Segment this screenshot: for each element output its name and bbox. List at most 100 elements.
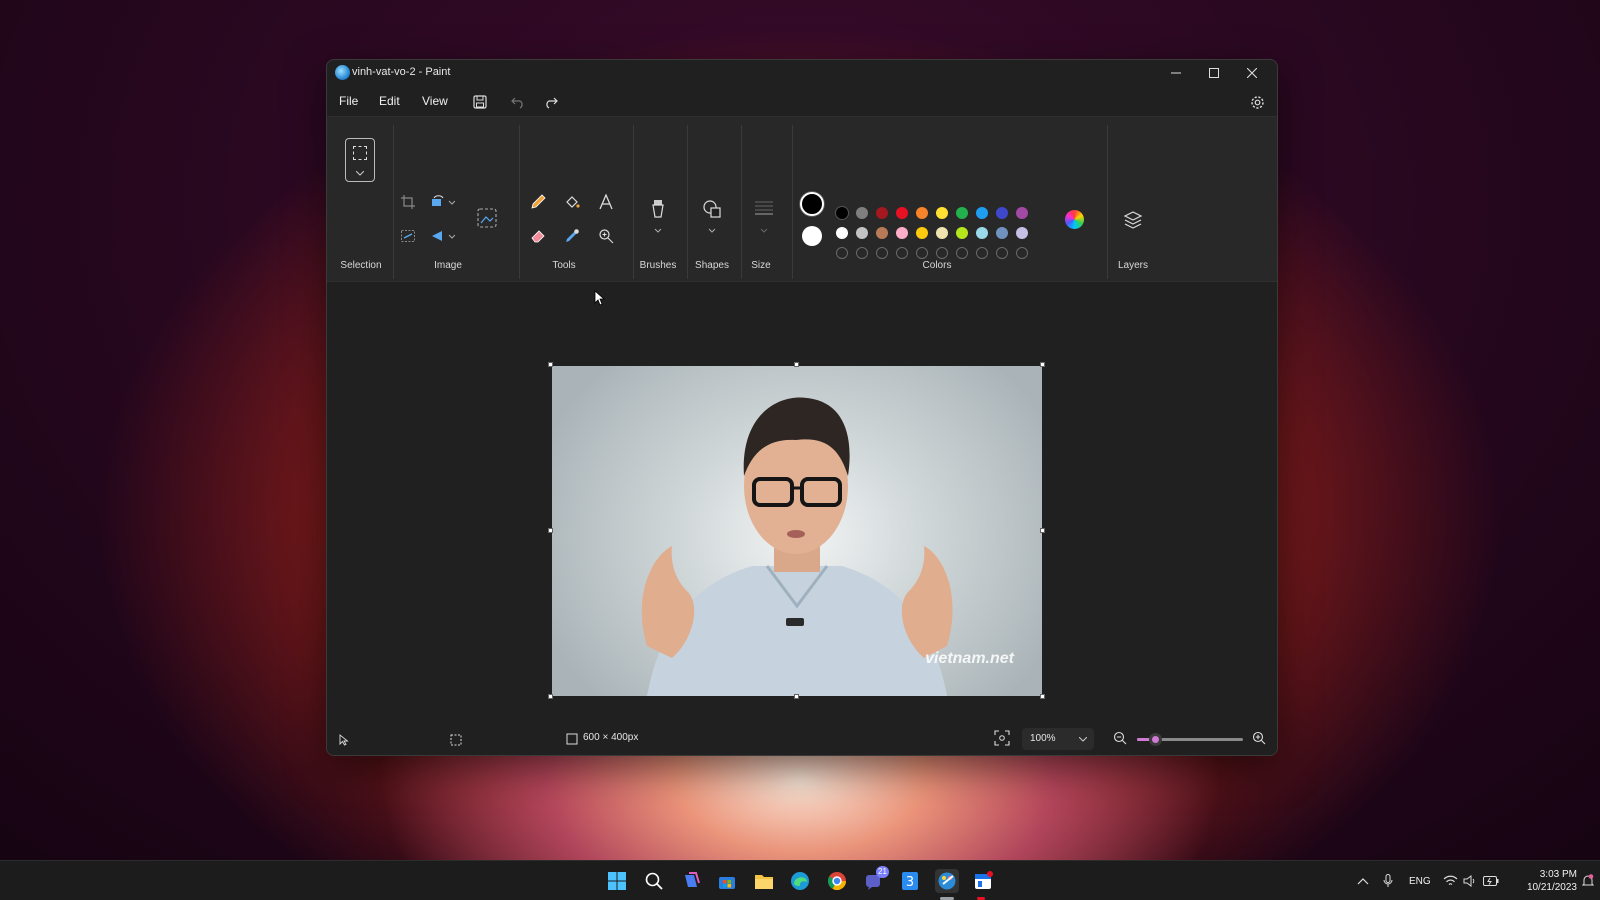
taskbar-edge[interactable] [788, 869, 812, 893]
settings-button[interactable] [1244, 91, 1270, 113]
color-swatch[interactable] [916, 227, 928, 239]
taskbar-search-button[interactable] [642, 869, 666, 893]
color-swatch[interactable] [936, 207, 948, 219]
taskbar-file-explorer[interactable] [752, 869, 776, 893]
resize-button[interactable] [395, 223, 421, 249]
flip-button[interactable] [430, 223, 456, 249]
selection-tool-button[interactable] [345, 138, 375, 182]
brushes-button[interactable] [645, 197, 671, 237]
pencil-button[interactable] [525, 189, 551, 215]
menu-file[interactable]: File [339, 94, 358, 108]
primary-color-swatch[interactable] [800, 192, 824, 216]
color-swatch[interactable] [876, 227, 888, 239]
taskbar-store[interactable] [715, 869, 739, 893]
color-swatch[interactable] [996, 227, 1008, 239]
color-swatch[interactable] [996, 207, 1008, 219]
canvas-resize-handle[interactable] [1040, 528, 1045, 533]
color-swatch[interactable] [836, 227, 848, 239]
color-swatch[interactable] [896, 207, 908, 219]
canvas-resize-handle[interactable] [794, 694, 799, 699]
taskbar-teams[interactable]: 21 [862, 866, 889, 893]
taskbar-zalo[interactable]: 3 [898, 869, 922, 893]
custom-color-slot[interactable] [1016, 247, 1028, 259]
custom-color-slot[interactable] [996, 247, 1008, 259]
canvas-resize-handle[interactable] [548, 362, 553, 367]
custom-color-slot[interactable] [856, 247, 868, 259]
color-swatch[interactable] [976, 227, 988, 239]
notification-bell-icon[interactable] [1582, 874, 1594, 888]
custom-color-slot[interactable] [916, 247, 928, 259]
zoom-level-dropdown[interactable]: 100% [1022, 728, 1094, 750]
input-language[interactable]: ENG [1409, 876, 1431, 887]
taskbar-chrome[interactable] [825, 869, 849, 893]
color-swatch[interactable] [916, 207, 928, 219]
maximize-button[interactable] [1195, 60, 1233, 86]
canvas-area[interactable]: vietnam.net [327, 282, 1277, 722]
edit-colors-icon[interactable] [1065, 210, 1084, 229]
save-button[interactable] [467, 91, 493, 113]
custom-color-slot[interactable] [936, 247, 948, 259]
color-swatch[interactable] [1016, 207, 1028, 219]
layers-button[interactable] [1120, 207, 1146, 233]
battery-icon[interactable] [1483, 876, 1499, 886]
menu-edit[interactable]: Edit [379, 94, 400, 108]
shapes-button[interactable] [699, 197, 725, 237]
zoom-slider-thumb[interactable] [1149, 733, 1163, 746]
close-button[interactable] [1233, 60, 1271, 86]
menu-view[interactable]: View [422, 94, 448, 108]
color-swatch[interactable] [976, 207, 988, 219]
color-swatch[interactable] [856, 207, 868, 219]
taskbar-copilot[interactable] [679, 869, 703, 893]
crop-button[interactable] [395, 189, 421, 215]
custom-color-slot[interactable] [876, 247, 888, 259]
text-button[interactable] [593, 189, 619, 215]
clock-date[interactable]: 10/21/2023 [1512, 882, 1577, 893]
secondary-color-swatch[interactable] [802, 226, 822, 246]
color-swatch[interactable] [956, 207, 968, 219]
undo-button[interactable] [505, 91, 531, 113]
microphone-icon[interactable] [1383, 874, 1393, 888]
mouse-cursor-icon [594, 290, 606, 306]
redo-button[interactable] [538, 91, 564, 113]
color-swatch[interactable] [836, 207, 848, 219]
canvas-resize-handle[interactable] [1040, 694, 1045, 699]
clock-time[interactable]: 3:03 PM [1527, 869, 1577, 880]
custom-color-slot[interactable] [976, 247, 988, 259]
fill-button[interactable] [559, 189, 585, 215]
color-swatch[interactable] [1016, 227, 1028, 239]
wifi-icon[interactable] [1443, 875, 1458, 887]
taskbar-todo[interactable] [971, 869, 995, 893]
color-swatch[interactable] [896, 227, 908, 239]
custom-color-slot[interactable] [956, 247, 968, 259]
magnifier-button[interactable] [593, 223, 619, 249]
chevron-up-icon[interactable] [1357, 877, 1369, 885]
color-swatch[interactable] [936, 227, 948, 239]
zoom-out-button[interactable] [1113, 731, 1129, 747]
start-button[interactable] [605, 869, 629, 893]
custom-color-slot[interactable] [836, 247, 848, 259]
color-swatch[interactable] [856, 227, 868, 239]
minimize-button[interactable] [1157, 60, 1195, 86]
color-swatch[interactable] [876, 207, 888, 219]
canvas-resize-handle[interactable] [1040, 362, 1045, 367]
fit-to-window-button[interactable] [994, 730, 1012, 748]
canvas-resize-handle[interactable] [548, 528, 553, 533]
canvas-image[interactable]: vietnam.net [552, 366, 1042, 696]
photo-person-illustration [641, 397, 953, 696]
rotate-button[interactable] [430, 189, 456, 215]
size-button[interactable] [751, 197, 777, 237]
custom-color-slot[interactable] [896, 247, 908, 259]
canvas-resize-handle[interactable] [548, 694, 553, 699]
selection-size-icon [450, 734, 462, 746]
close-icon [1247, 68, 1257, 78]
color-picker-button[interactable] [559, 223, 585, 249]
canvas-dimensions: 600 × 400px [583, 732, 639, 743]
image-properties-button[interactable] [474, 205, 500, 231]
color-swatch[interactable] [956, 227, 968, 239]
eraser-button[interactable] [525, 223, 551, 249]
title-bar[interactable]: vinh-vat-vo-2 - Paint [327, 60, 1277, 86]
volume-icon[interactable] [1463, 875, 1477, 887]
taskbar-paint[interactable] [935, 869, 959, 893]
zoom-in-button[interactable] [1252, 731, 1268, 747]
canvas-resize-handle[interactable] [794, 362, 799, 367]
